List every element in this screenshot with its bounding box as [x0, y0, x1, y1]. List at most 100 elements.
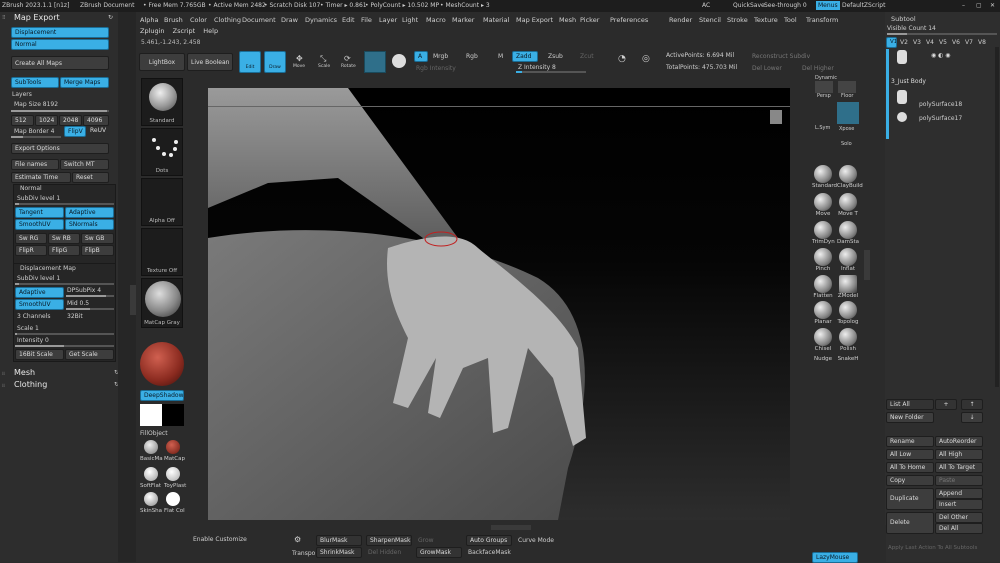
file-names-button[interactable]: File names [11, 159, 59, 170]
swrb-button[interactable]: Sw RB [48, 233, 80, 244]
all-to-home-button[interactable]: All To Home [886, 462, 934, 473]
reconstruct-subdiv-button[interactable]: Reconstruct Subdiv [752, 53, 810, 60]
brush-trimdynamic[interactable]: TrimDyn [812, 221, 835, 245]
z-intensity-slider[interactable]: Z Intensity 8 [518, 64, 556, 71]
brush-planar[interactable]: Planar [812, 301, 834, 325]
visible-count-track[interactable] [887, 33, 997, 35]
del-other-button[interactable]: Del Other [935, 512, 983, 523]
rgb-intensity-slider[interactable]: Rgb Intensity [416, 65, 456, 72]
a-button[interactable]: A [414, 51, 428, 62]
all-to-target-button[interactable]: All To Target [935, 462, 983, 473]
mid-track[interactable] [66, 308, 114, 310]
canvas-viewport[interactable] [208, 88, 790, 520]
16bit-scale-button[interactable]: 16Bit Scale [15, 349, 64, 360]
growmask-button[interactable]: GrowMask [416, 547, 462, 558]
size-2048-button[interactable]: 2048 [59, 115, 82, 126]
menu-document[interactable]: Document [242, 16, 276, 24]
draw-button[interactable]: Draw [264, 51, 286, 73]
subtool-body-thumbnail[interactable] [897, 50, 907, 64]
copy-button[interactable]: Copy [886, 475, 934, 486]
secondary-color-swatch[interactable] [162, 404, 184, 426]
version-v6[interactable]: V6 [952, 39, 960, 46]
color-picker-sphere[interactable] [140, 342, 184, 386]
version-v8[interactable]: V8 [978, 39, 986, 46]
map-export-title[interactable]: Map Export [14, 13, 60, 22]
normal-button[interactable]: Normal [11, 39, 109, 50]
intensity-slider[interactable]: Intensity 0 [17, 337, 49, 344]
normal-subpanel-title[interactable]: Normal [20, 185, 42, 192]
subtool-down-icon[interactable]: ↓ [961, 412, 983, 423]
flipb-button[interactable]: FlipB [81, 245, 114, 256]
basic-material-icon[interactable] [144, 440, 158, 454]
brush-claybuild[interactable]: ClayBuild [837, 165, 863, 189]
sharpenmask-button[interactable]: SharpenMask [366, 535, 412, 546]
32bit-button[interactable]: 32Bit [67, 313, 83, 320]
mrgb-button[interactable]: Mrgb [433, 53, 448, 60]
menu-marker[interactable]: Marker [452, 16, 474, 24]
menu-stencil[interactable]: Stencil [699, 16, 721, 24]
menu-dynamics[interactable]: Dynamics [305, 16, 337, 24]
brush-topology[interactable]: Topolog [837, 301, 859, 325]
displacement-subdiv-track[interactable] [15, 283, 114, 285]
backfacemask-button[interactable]: BackfaceMask [468, 549, 511, 556]
refresh-icon[interactable]: ↻ [108, 14, 113, 21]
subtool-up-icon[interactable]: ↑ [961, 399, 983, 410]
matcap-gray-tile[interactable]: MatCap Gray [141, 278, 183, 328]
shrinkmask-button[interactable]: ShrinkMask [316, 547, 362, 558]
paste-button[interactable]: Paste [935, 475, 983, 486]
curve-mode-button[interactable]: Curve Mode [518, 537, 554, 544]
merge-maps-button[interactable]: Merge Maps [60, 77, 109, 88]
menu-brush[interactable]: Brush [164, 16, 183, 24]
subtool-item-polysurface17[interactable]: polySurface17 [919, 115, 962, 122]
dpsubpix-track[interactable] [66, 295, 114, 297]
brush-move-topological[interactable]: Move T [837, 193, 859, 217]
deepshadow-button[interactable]: DeepShadow [140, 390, 184, 401]
brush-snakehook[interactable]: SnakeH [837, 340, 859, 364]
flipg-button[interactable]: FlipG [48, 245, 80, 256]
new-folder-button[interactable]: New Folder [886, 412, 934, 423]
menu-map-export[interactable]: Map Export [516, 16, 553, 24]
blurmask-button[interactable]: BlurMask [316, 535, 362, 546]
channels-button[interactable]: 3 Channels [17, 313, 50, 320]
swgb-button[interactable]: Sw GB [81, 233, 114, 244]
menu-material[interactable]: Material [483, 16, 509, 24]
switch-mt-button[interactable]: Switch MT [60, 159, 109, 170]
drag-handle-icon[interactable]: ⠿ [2, 15, 6, 21]
size-1024-button[interactable]: 1024 [35, 115, 58, 126]
zadd-button[interactable]: Zadd [512, 51, 538, 62]
close-icon[interactable]: ✕ [990, 2, 995, 9]
list-all-button[interactable]: List All [886, 399, 934, 410]
menu-picker[interactable]: Picker [580, 16, 599, 24]
adaptive2-button[interactable]: Adaptive [15, 287, 64, 298]
insert-button[interactable]: Insert [935, 499, 983, 510]
smoothuv2-button[interactable]: SmoothUV [15, 299, 64, 310]
bottom-collapse-handle[interactable] [491, 525, 531, 530]
brush-inflat[interactable]: Inflat [837, 248, 859, 272]
menu-clothing[interactable]: Clothing [214, 16, 241, 24]
menu-zplugin[interactable]: Zplugin [140, 27, 165, 35]
clothing-panel-title[interactable]: Clothing [14, 380, 47, 389]
swrg-button[interactable]: Sw RG [15, 233, 47, 244]
menu-transform[interactable]: Transform [806, 16, 838, 24]
version-v2[interactable]: V2 [900, 39, 908, 46]
xpose-button[interactable]: Xpose [839, 126, 854, 132]
persp-button[interactable]: Persp [817, 93, 831, 99]
tangent-button[interactable]: Tangent [15, 207, 64, 218]
menu-alpha[interactable]: Alpha [140, 16, 158, 24]
grow-button[interactable]: Grow [418, 537, 434, 544]
mesh-drag-icon[interactable]: ⠿ [2, 371, 5, 376]
clothing-drag-icon[interactable]: ⠿ [2, 383, 5, 388]
version-v5[interactable]: V5 [939, 39, 947, 46]
dpsubpix-slider[interactable]: DPSubPix 4 [67, 287, 101, 294]
brush-nudge[interactable]: Nudge [812, 340, 834, 364]
version-v7[interactable]: V7 [965, 39, 973, 46]
size-512-button[interactable]: 512 [11, 115, 34, 126]
skinshade-material-icon[interactable] [144, 492, 158, 506]
get-scale-button[interactable]: Get Scale [65, 349, 114, 360]
normal-subdiv-track[interactable] [15, 203, 114, 205]
estimate-time-button[interactable]: Estimate Time [11, 172, 71, 183]
floor-icon[interactable] [838, 81, 856, 93]
main-color-swatch[interactable] [140, 404, 162, 426]
move-button[interactable]: Move [293, 64, 305, 69]
transpose-button[interactable]: Transpo [292, 550, 315, 557]
